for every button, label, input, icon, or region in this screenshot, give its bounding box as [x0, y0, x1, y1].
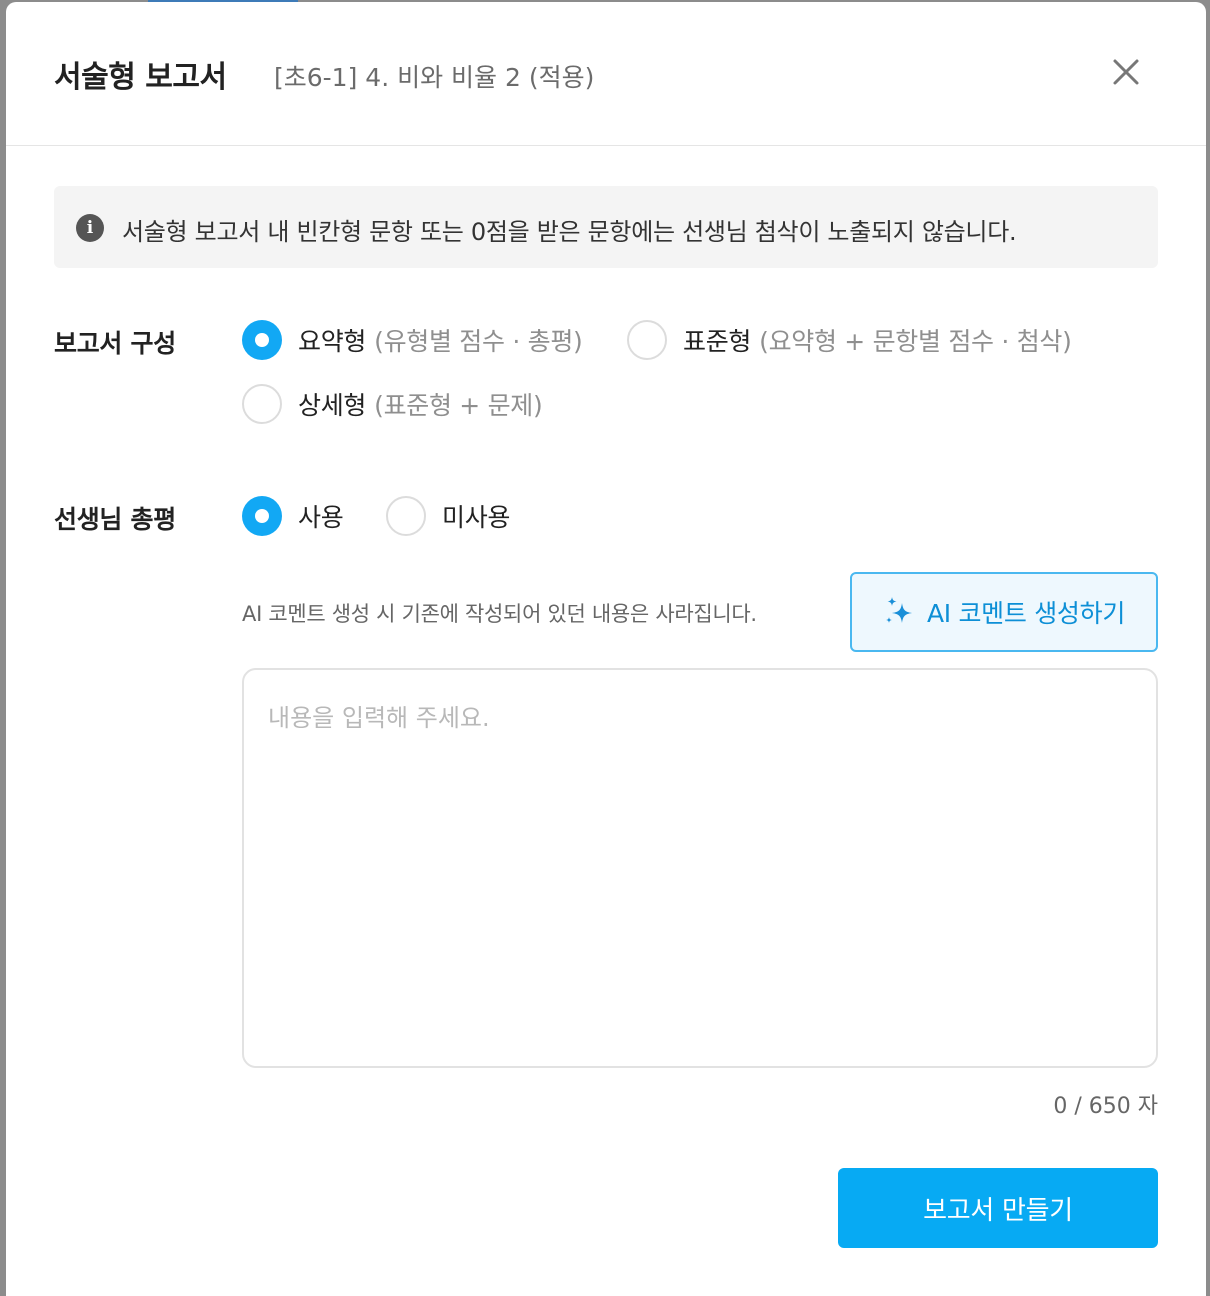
radio-comment-unused[interactable]: 미사용	[386, 496, 510, 536]
radio-summary-label: 요약형	[298, 327, 367, 356]
notice-banner: i 서술형 보고서 내 빈칸형 문항 또는 0점을 받은 문항에는 선생님 첨삭…	[54, 186, 1158, 268]
teacher-comment-label: 선생님 총평	[54, 505, 176, 534]
ai-comment-generate-button[interactable]: AI 코멘트 생성하기	[850, 572, 1158, 652]
notice-text: 서술형 보고서 내 빈칸형 문항 또는 0점을 받은 문항에는 선생님 첨삭이 …	[122, 218, 1017, 246]
radio-summary-desc: (유형별 점수 · 총평)	[374, 327, 583, 356]
char-count-current: 0	[1053, 1094, 1068, 1119]
modal-subtitle: [초6-1] 4. 비와 비율 2 (적용)	[274, 63, 595, 92]
char-count-max: 650	[1088, 1094, 1131, 1119]
radio-comment-use-label: 사용	[298, 503, 344, 532]
radio-detailed-circle[interactable]	[242, 384, 282, 424]
teacher-comment-textarea[interactable]	[242, 668, 1158, 1068]
radio-comment-unused-circle[interactable]	[386, 496, 426, 536]
radio-standard-label: 표준형	[683, 327, 752, 356]
close-button[interactable]	[1110, 56, 1142, 88]
radio-comment-use-circle[interactable]	[242, 496, 282, 536]
modal-header: 서술형 보고서 [초6-1] 4. 비와 비율 2 (적용)	[6, 2, 1206, 146]
radio-detailed[interactable]: 상세형 (표준형 + 문제)	[242, 384, 543, 424]
radio-standard[interactable]: 표준형 (요약형 + 문항별 점수 · 첨삭)	[627, 320, 1072, 360]
ai-comment-generate-label: AI 코멘트 생성하기	[926, 599, 1126, 628]
sparkle-icon	[885, 597, 912, 623]
radio-detailed-label: 상세형	[298, 391, 367, 420]
char-count: 0 / 650 자	[1053, 1094, 1158, 1119]
radio-comment-use[interactable]: 사용	[242, 496, 344, 536]
report-modal: 서술형 보고서 [초6-1] 4. 비와 비율 2 (적용) i 서술형 보고서…	[6, 2, 1206, 1296]
close-icon	[1113, 59, 1139, 85]
radio-comment-unused-label: 미사용	[442, 503, 511, 532]
radio-summary[interactable]: 요약형 (유형별 점수 · 총평)	[242, 320, 583, 360]
info-icon: i	[76, 214, 104, 242]
radio-standard-desc: (요약형 + 문항별 점수 · 첨삭)	[759, 327, 1072, 356]
radio-summary-circle[interactable]	[242, 320, 282, 360]
radio-detailed-desc: (표준형 + 문제)	[374, 391, 543, 420]
modal-title: 서술형 보고서	[54, 60, 227, 95]
radio-standard-circle[interactable]	[627, 320, 667, 360]
char-count-unit: 자	[1137, 1094, 1158, 1119]
create-report-button[interactable]: 보고서 만들기	[838, 1168, 1158, 1248]
ai-comment-hint: AI 코멘트 생성 시 기존에 작성되어 있던 내용은 사라집니다.	[242, 602, 757, 626]
report-type-label: 보고서 구성	[54, 329, 176, 358]
